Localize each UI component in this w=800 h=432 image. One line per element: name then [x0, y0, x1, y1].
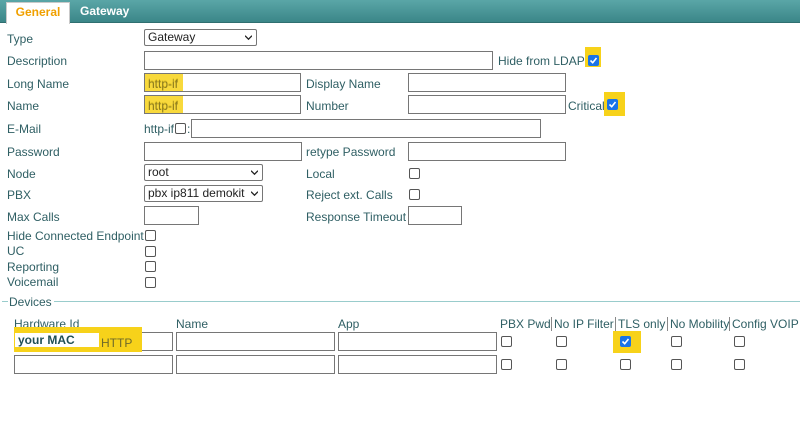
password-input[interactable] — [144, 142, 302, 161]
description-label: Description — [7, 54, 68, 68]
voicemail-label: Voicemail — [7, 275, 59, 289]
pbx-pwd-checkbox[interactable] — [501, 359, 512, 370]
col-name: Name — [176, 317, 209, 331]
col-no-mobility: No Mobility — [667, 317, 729, 331]
reporting-checkbox[interactable] — [145, 261, 156, 272]
col-config-voip: Config VOIP — [729, 317, 800, 331]
reject-ext-calls-checkbox[interactable] — [409, 189, 420, 200]
password-label: Password — [7, 145, 60, 159]
config-voip-checkbox[interactable] — [734, 336, 745, 347]
checkmark-icon — [589, 57, 598, 64]
device-app-input[interactable] — [338, 332, 497, 351]
display-name-input[interactable] — [408, 73, 566, 92]
node-select-value: root — [148, 165, 169, 179]
node-label: Node — [7, 167, 36, 181]
tls-only-checkbox[interactable] — [620, 336, 631, 347]
hide-ldap-checkbox[interactable] — [588, 55, 599, 66]
device-name-input[interactable] — [176, 355, 335, 374]
tab-general[interactable]: General — [6, 2, 70, 24]
devices-divider-left — [2, 301, 8, 302]
email-input[interactable] — [191, 119, 541, 138]
pbx-select-value: pbx ip811 demokit — [148, 186, 245, 200]
description-input[interactable] — [144, 51, 493, 70]
display-name-label: Display Name — [306, 77, 381, 91]
uc-checkbox[interactable] — [145, 246, 156, 257]
tls-only-checkbox[interactable] — [620, 359, 631, 370]
pbx-select[interactable]: pbx ip811 demokit — [144, 185, 263, 202]
critical-label: Critical — [568, 99, 605, 113]
tab-bar: General Gateway — [0, 0, 800, 24]
name-label: Name — [7, 99, 40, 113]
col-no-ip-filter: No IP Filter — [551, 317, 614, 331]
local-label: Local — [306, 167, 335, 181]
hide-ldap-label: Hide from LDAP — [498, 54, 585, 68]
device-app-input[interactable] — [338, 355, 497, 374]
name-value-text: http-if — [148, 99, 179, 113]
devices-section-label: Devices — [9, 295, 52, 309]
retype-password-input[interactable] — [408, 142, 566, 161]
response-timeout-label: Response Timeout — [306, 210, 407, 224]
hardware-id-suffix: HTTP — [101, 336, 133, 350]
reporting-label: Reporting — [7, 260, 60, 274]
email-checkbox[interactable] — [175, 123, 186, 134]
email-separator: : — [187, 122, 191, 136]
max-calls-label: Max Calls — [7, 210, 60, 224]
col-pbx-pwd: PBX Pwd — [500, 317, 551, 331]
config-voip-checkbox[interactable] — [734, 359, 745, 370]
hardware-id-value: your MAC — [18, 333, 75, 347]
no-mobility-checkbox[interactable] — [671, 336, 682, 347]
device-name-input[interactable] — [176, 332, 335, 351]
checkmark-icon — [608, 101, 617, 108]
number-input[interactable] — [408, 95, 566, 114]
critical-checkbox[interactable] — [607, 99, 618, 110]
tab-gateway[interactable]: Gateway — [80, 2, 129, 22]
hide-connected-endpoint-label: Hide Connected Endpoint — [7, 229, 144, 243]
col-tls-only: TLS only — [615, 317, 665, 331]
node-select[interactable]: root — [144, 164, 263, 181]
chevron-down-icon — [251, 191, 258, 197]
pbx-pwd-checkbox[interactable] — [501, 336, 512, 347]
long-name-label: Long Name — [7, 77, 70, 91]
no-ip-filter-checkbox[interactable] — [556, 359, 567, 370]
hide-connected-endpoint-checkbox[interactable] — [145, 230, 156, 241]
long-name-value-text: http-if — [148, 77, 179, 91]
checkmark-icon — [621, 338, 630, 345]
type-select-value: Gateway — [148, 30, 196, 44]
voicemail-checkbox[interactable] — [145, 277, 156, 288]
response-timeout-input[interactable] — [408, 206, 462, 225]
reject-ext-calls-label: Reject ext. Calls — [306, 188, 393, 202]
no-mobility-checkbox[interactable] — [671, 359, 682, 370]
email-prefix: http-if — [144, 122, 175, 136]
col-app: App — [338, 317, 360, 331]
uc-label: UC — [7, 244, 25, 258]
email-label: E-Mail — [7, 122, 42, 136]
local-checkbox[interactable] — [409, 168, 420, 179]
hardware-id-input[interactable] — [14, 355, 173, 374]
number-label: Number — [306, 99, 349, 113]
pbx-label: PBX — [7, 188, 32, 202]
retype-password-label: retype Password — [306, 145, 396, 159]
type-label: Type — [7, 32, 34, 46]
chevron-down-icon — [245, 35, 252, 41]
no-ip-filter-checkbox[interactable] — [556, 336, 567, 347]
max-calls-input[interactable] — [144, 206, 199, 225]
type-select[interactable]: Gateway — [144, 29, 257, 46]
chevron-down-icon — [251, 170, 258, 176]
devices-divider — [54, 301, 800, 302]
